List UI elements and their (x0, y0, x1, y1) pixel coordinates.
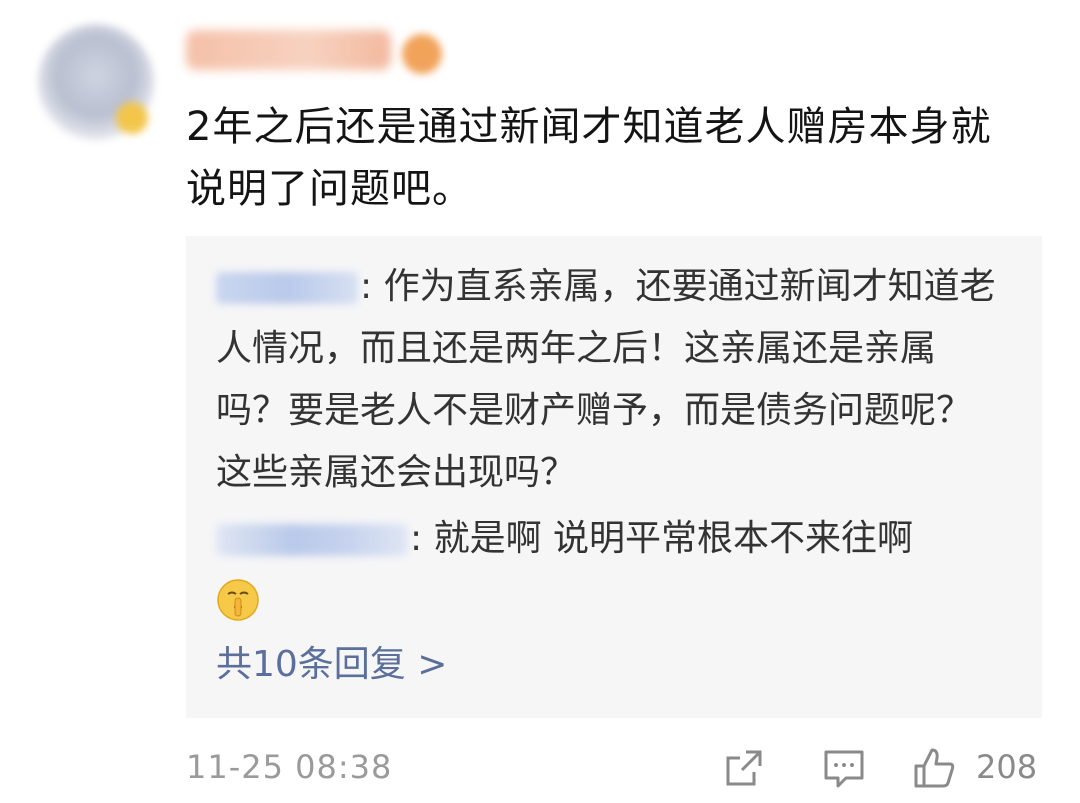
reply-author-blurred[interactable] (216, 272, 358, 304)
thumbs-up-icon[interactable] (912, 746, 956, 790)
comment-footer: 11-25 08:38 208 (186, 742, 1042, 794)
username-blurred[interactable] (186, 30, 391, 70)
reply-author-blurred[interactable] (216, 524, 408, 556)
like-count: 208 (976, 748, 1038, 786)
shushing-face-emoji-icon (217, 579, 259, 621)
reply-text: : 就是啊 说明平常根本不来往啊 (410, 518, 914, 559)
comment-icon[interactable] (822, 746, 866, 790)
reply-box[interactable]: : 作为直系亲属，还要通过新闻才知道老人情况，而且还是两年之后！这亲属还是亲属吗… (186, 236, 1042, 718)
share-icon[interactable] (722, 746, 766, 790)
avatar[interactable] (38, 24, 154, 140)
reply-item: : 作为直系亲属，还要通过新闻才知道老人情况，而且还是两年之后！这亲属还是亲属吗… (216, 256, 1006, 504)
timestamp: 11-25 08:38 (186, 748, 393, 786)
reply-item: : 就是啊 说明平常根本不来往啊 (216, 508, 1006, 570)
comment-text: 2年之后还是通过新闻才知道老人赠房本身就说明了问题吧。 (186, 104, 992, 212)
more-replies-link[interactable]: 共10条回复 > (216, 640, 447, 690)
user-level-badge-icon (402, 34, 442, 74)
verified-badge-icon (116, 102, 148, 134)
